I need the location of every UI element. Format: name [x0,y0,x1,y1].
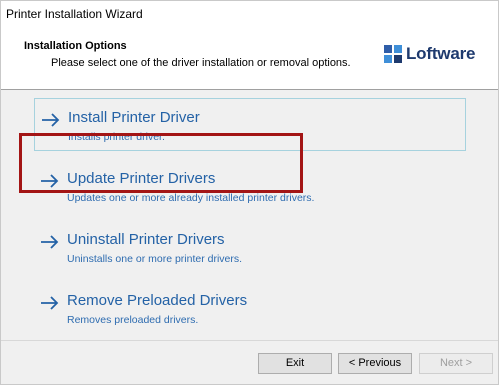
option-title: Uninstall Printer Drivers [67,231,225,248]
option-remove-preloaded-drivers[interactable]: Remove Preloaded Drivers Removes preload… [34,282,466,335]
logo-text: Loftware [406,44,476,63]
loftware-logo: Loftware [384,44,475,64]
footer-divider [1,340,498,341]
arrow-right-icon [41,235,59,249]
wizard-header: Installation Options Please select one o… [1,29,498,89]
option-description: Removes preloaded drivers. [67,314,199,326]
title-bar[interactable]: Printer Installation Wizard [1,1,498,29]
annotation-highlight-box [19,133,303,193]
arrow-right-icon [41,296,59,310]
page-subtitle: Please select one of the driver installa… [51,57,351,69]
option-uninstall-printer-drivers[interactable]: Uninstall Printer Drivers Uninstalls one… [34,221,466,274]
option-title: Install Printer Driver [68,109,200,126]
wizard-window: Printer Installation Wizard Installation… [0,0,499,385]
option-description: Updates one or more already installed pr… [67,192,315,204]
options-list: Install Printer Driver Installs printer … [1,90,498,340]
loftware-logo-icon [384,45,402,63]
previous-button[interactable]: < Previous [338,353,412,374]
window-title: Printer Installation Wizard [6,7,143,21]
option-description: Uninstalls one or more printer drivers. [67,253,243,265]
arrow-right-icon [42,113,60,127]
page-title: Installation Options [24,40,127,52]
next-button[interactable]: Next > [419,353,493,374]
exit-button[interactable]: Exit [258,353,332,374]
option-title: Remove Preloaded Drivers [67,292,248,309]
